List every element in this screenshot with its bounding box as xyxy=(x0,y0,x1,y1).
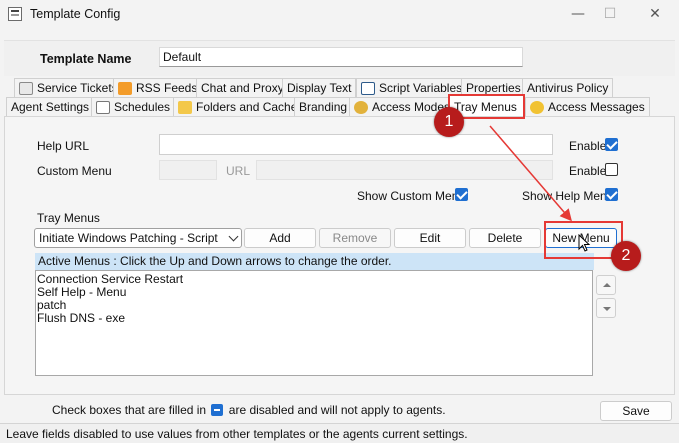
step-marker-1: 1 xyxy=(434,107,464,137)
step-marker-2: 2 xyxy=(611,241,641,271)
annotation-arrow xyxy=(489,125,572,222)
mouse-cursor-icon xyxy=(578,234,591,252)
